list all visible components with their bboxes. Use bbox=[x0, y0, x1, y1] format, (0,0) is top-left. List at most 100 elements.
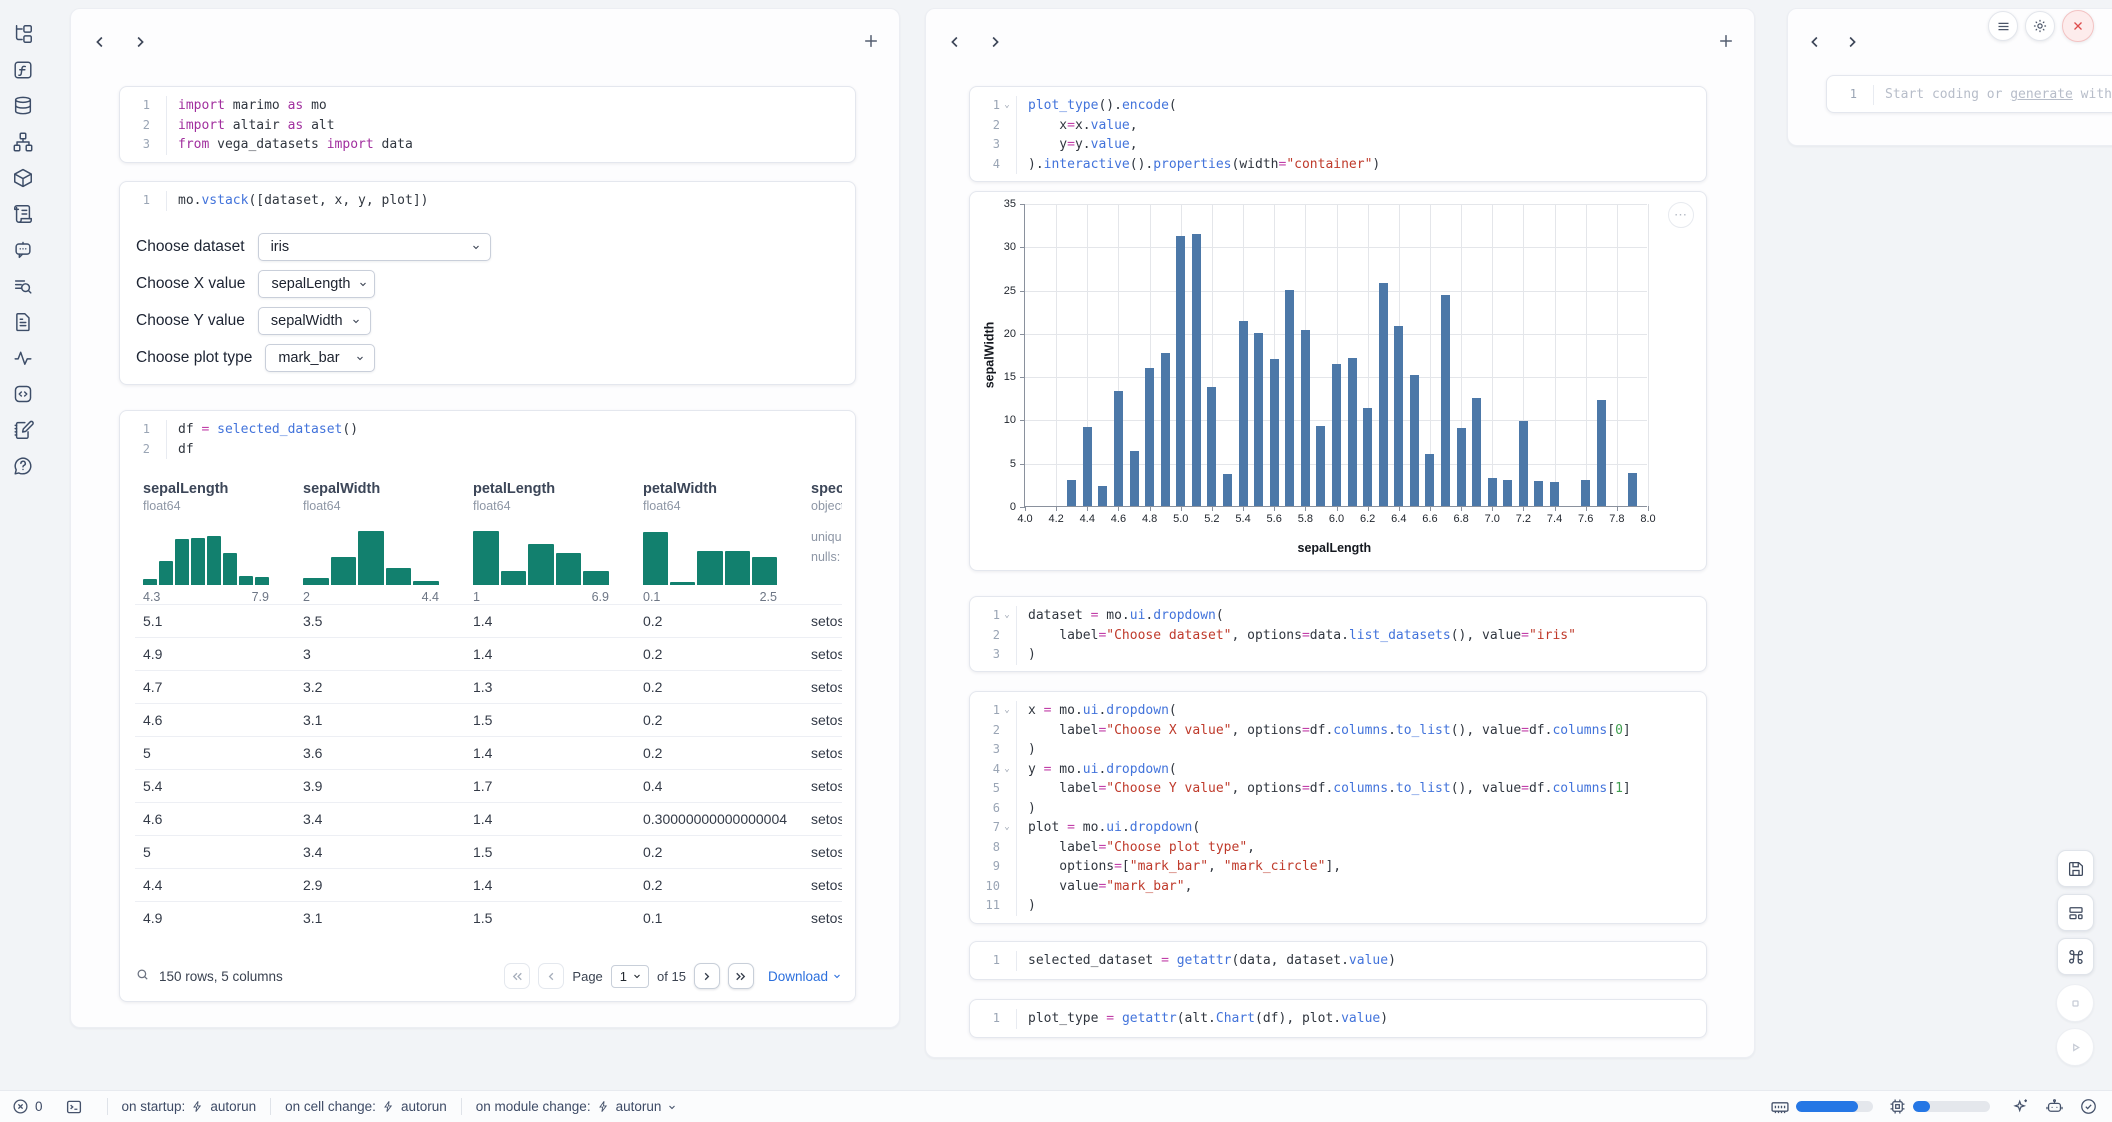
line-number: 4 bbox=[970, 760, 1000, 780]
dropdown-select-choose-plot-type[interactable]: mark_bar bbox=[265, 344, 375, 372]
code-line[interactable]: 2 label="Choose X value", options=df.col… bbox=[970, 721, 1706, 741]
settings-gear-button[interactable] bbox=[2025, 11, 2055, 41]
database-icon[interactable] bbox=[12, 95, 34, 117]
cell-plot-code[interactable]: 1⌄plot_type().encode(2 x=x.value,3 y=y.v… bbox=[969, 86, 1707, 182]
code-line[interactable]: 8 label="Choose plot type", bbox=[970, 838, 1706, 858]
fold-marker-icon[interactable]: ⌄ bbox=[1000, 606, 1014, 626]
scratchpad-icon[interactable] bbox=[12, 419, 34, 441]
chevron-right-icon[interactable] bbox=[986, 33, 1004, 51]
cell-vstack[interactable]: 1mo.vstack([dataset, x, y, plot]) Choose… bbox=[119, 181, 856, 385]
column-header-petalWidth[interactable]: petalWidthfloat640.12.5 bbox=[635, 473, 803, 604]
last-page-button[interactable] bbox=[728, 963, 754, 989]
cell-selected-dataset[interactable]: 1selected_dataset = getattr(data, datase… bbox=[969, 941, 1707, 980]
code-line[interactable]: 3 y=y.value, bbox=[970, 135, 1706, 155]
menu-button[interactable] bbox=[1988, 11, 2018, 41]
code-line[interactable]: 1⌄x = mo.ui.dropdown( bbox=[970, 701, 1706, 721]
chevron-right-icon[interactable] bbox=[131, 33, 149, 51]
code-line[interactable]: 11) bbox=[970, 896, 1706, 916]
save-button[interactable] bbox=[2057, 850, 2094, 887]
cell-new-empty[interactable]: 1 Start coding or generate with bbox=[1826, 75, 2112, 113]
add-cell-button[interactable] bbox=[1716, 31, 1736, 51]
code-line[interactable]: 10 value="mark_bar", bbox=[970, 877, 1706, 897]
dropdown-select-choose-y-value[interactable]: sepalWidth bbox=[258, 307, 371, 335]
error-count-indicator[interactable]: 0 bbox=[12, 1098, 43, 1115]
package-cube-icon[interactable] bbox=[12, 167, 34, 189]
x-tick-label: 5.0 bbox=[1173, 513, 1188, 525]
terminal-icon[interactable] bbox=[65, 1098, 83, 1116]
code-line[interactable]: 1import marimo as mo bbox=[120, 96, 855, 116]
download-button[interactable]: Download bbox=[768, 969, 842, 984]
first-page-button[interactable] bbox=[504, 963, 530, 989]
fold-marker-icon[interactable]: ⌄ bbox=[1000, 96, 1014, 116]
column-header-species[interactable]: speciesobjectunique:nulls: bbox=[803, 473, 842, 604]
code-line[interactable]: 2df bbox=[120, 440, 855, 460]
search-icon[interactable] bbox=[135, 967, 150, 985]
cell-dataset-dropdown[interactable]: 1⌄dataset = mo.ui.dropdown(2 label="Choo… bbox=[969, 596, 1707, 672]
code-line[interactable]: 3from vega_datasets import data bbox=[120, 135, 855, 155]
next-page-button[interactable] bbox=[694, 963, 720, 989]
run-all-button[interactable] bbox=[2056, 1028, 2094, 1066]
code-line[interactable]: 1mo.vstack([dataset, x, y, plot]) bbox=[120, 191, 855, 211]
chevron-left-icon[interactable] bbox=[91, 33, 109, 51]
code-line[interactable]: 3) bbox=[970, 645, 1706, 665]
page-select[interactable]: 1 bbox=[611, 965, 649, 988]
code-snippet-icon[interactable] bbox=[12, 383, 34, 405]
code-line[interactable]: 1plot_type = getattr(alt.Chart(df), plot… bbox=[970, 1009, 1706, 1029]
code-line[interactable]: 4⌄y = mo.ui.dropdown( bbox=[970, 760, 1706, 780]
activity-pulse-icon[interactable] bbox=[12, 347, 34, 369]
dropdown-select-choose-dataset[interactable]: iris bbox=[258, 233, 491, 261]
fold-marker-icon[interactable]: ⌄ bbox=[1000, 760, 1014, 780]
dependency-graph-icon[interactable] bbox=[12, 131, 34, 153]
code-line[interactable]: 1⌄dataset = mo.ui.dropdown( bbox=[970, 606, 1706, 626]
code-line[interactable]: 1selected_dataset = getattr(data, datase… bbox=[970, 951, 1706, 971]
on-module-change-toggle[interactable]: on module change:autorun bbox=[476, 1099, 678, 1114]
list-search-icon[interactable] bbox=[12, 275, 34, 297]
file-tree-icon[interactable] bbox=[12, 23, 34, 45]
ai-sparkles-button[interactable] bbox=[2011, 1097, 2030, 1116]
on-cell-change-toggle[interactable]: on cell change:autorun bbox=[285, 1099, 447, 1114]
fold-marker-icon[interactable]: ⌄ bbox=[1000, 701, 1014, 721]
code-line[interactable]: 5 label="Choose Y value", options=df.col… bbox=[970, 779, 1706, 799]
connection-status-icon[interactable] bbox=[2079, 1097, 2098, 1116]
shutdown-close-button[interactable] bbox=[2062, 10, 2094, 42]
column-header-sepalLength[interactable]: sepalLengthfloat644.37.9 bbox=[135, 473, 295, 604]
code-line[interactable]: 1⌄plot_type().encode( bbox=[970, 96, 1706, 116]
code-line[interactable]: 3) bbox=[970, 740, 1706, 760]
chevron-left-icon[interactable] bbox=[946, 33, 964, 51]
scroll-script-icon[interactable] bbox=[12, 203, 34, 225]
cell-dataframe[interactable]: 1df = selected_dataset()2df sepalLengthf… bbox=[119, 410, 856, 1002]
add-cell-button[interactable] bbox=[861, 31, 881, 51]
chat-bot-icon[interactable] bbox=[12, 239, 34, 261]
column-header-petalLength[interactable]: petalLengthfloat6416.9 bbox=[465, 473, 635, 604]
code-line[interactable]: 1df = selected_dataset() bbox=[120, 420, 855, 440]
code-line[interactable]: 9 options=["mark_bar", "mark_circle"], bbox=[970, 857, 1706, 877]
command-palette-button[interactable] bbox=[2057, 938, 2094, 975]
code-line[interactable]: 2 label="Choose dataset", options=data.l… bbox=[970, 626, 1706, 646]
fold-marker-icon[interactable]: ⌄ bbox=[1000, 818, 1014, 838]
code-line[interactable]: 4).interactive().properties(width="conta… bbox=[970, 155, 1706, 175]
cell-imports[interactable]: 1import marimo as mo2import altair as al… bbox=[119, 86, 856, 163]
chatbot-button[interactable] bbox=[2045, 1097, 2064, 1116]
generate-link[interactable]: generate bbox=[2010, 87, 2073, 102]
table-cell: 1.5 bbox=[465, 704, 635, 736]
layout-button[interactable] bbox=[2057, 894, 2094, 931]
on-startup-toggle[interactable]: on startup:autorun bbox=[122, 1099, 257, 1114]
chevron-left-icon[interactable] bbox=[1806, 33, 1824, 51]
document-icon[interactable] bbox=[12, 311, 34, 333]
code-line[interactable]: 7⌄plot = mo.ui.dropdown( bbox=[970, 818, 1706, 838]
code-line[interactable]: 6) bbox=[970, 799, 1706, 819]
chart-menu-button[interactable]: ⋯ bbox=[1668, 202, 1694, 228]
editor-placeholder[interactable]: Start coding or generate with bbox=[1873, 85, 2112, 105]
prev-page-button[interactable] bbox=[538, 963, 564, 989]
function-square-icon[interactable] bbox=[12, 59, 34, 81]
cell-xy-plot-dropdowns[interactable]: 1⌄x = mo.ui.dropdown(2 label="Choose X v… bbox=[969, 691, 1707, 924]
line-number: 1 bbox=[970, 1009, 1000, 1029]
dropdown-select-choose-x-value[interactable]: sepalLength bbox=[258, 270, 375, 298]
code-line[interactable]: 2 x=x.value, bbox=[970, 116, 1706, 136]
help-bubble-icon[interactable] bbox=[12, 455, 34, 477]
code-line[interactable]: 2import altair as alt bbox=[120, 116, 855, 136]
stop-button[interactable] bbox=[2056, 984, 2094, 1022]
cell-plot-type[interactable]: 1plot_type = getattr(alt.Chart(df), plot… bbox=[969, 999, 1707, 1038]
column-header-sepalWidth[interactable]: sepalWidthfloat6424.4 bbox=[295, 473, 465, 604]
chevron-right-icon[interactable] bbox=[1843, 33, 1861, 51]
